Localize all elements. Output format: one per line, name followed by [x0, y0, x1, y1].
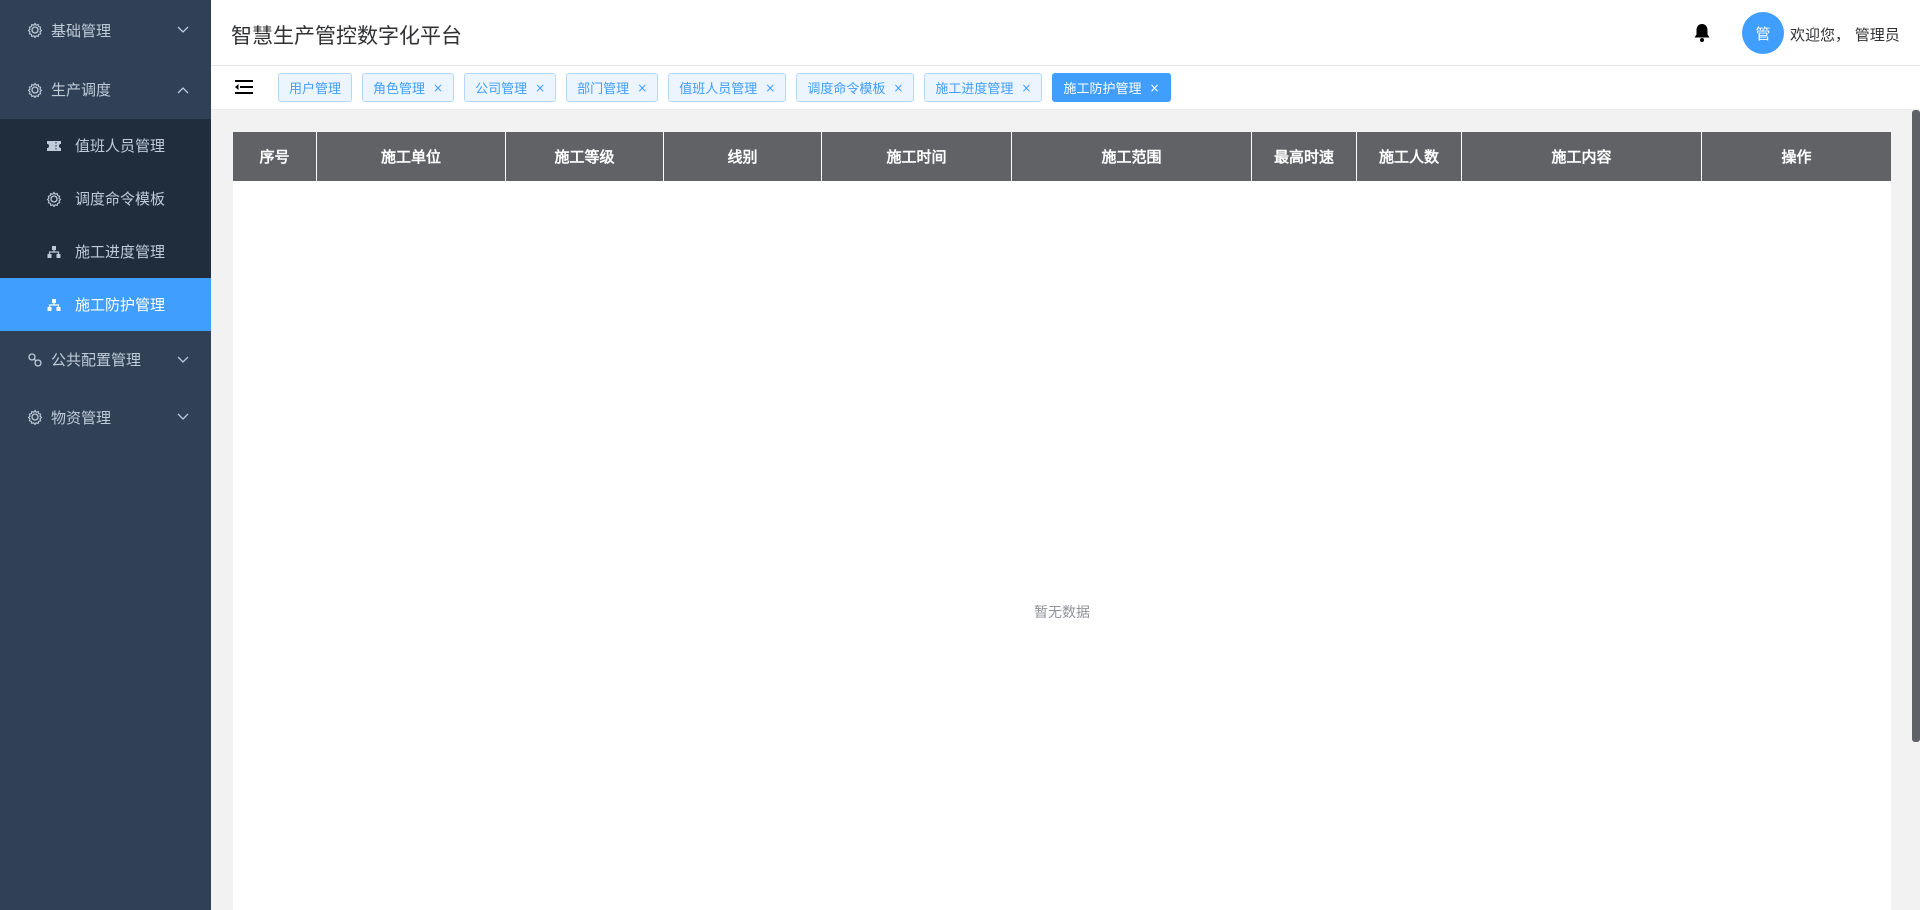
top-header: 智慧生产管控数字化平台 管 欢迎您， 管理员: [211, 0, 1920, 66]
tag-construction-progress[interactable]: 施工进度管理 ×: [924, 73, 1043, 102]
submenu-item-label: 施工进度管理: [75, 243, 166, 261]
submenu-item-label: 施工防护管理: [75, 296, 166, 314]
main-content: 序号 施工单位 施工等级 线别 施工时间 施工范围 最高时速 施工人数 施工内容…: [211, 110, 1920, 910]
table-header: 序号 施工单位 施工等级 线别 施工时间 施工范围 最高时速 施工人数 施工内容…: [233, 132, 1891, 181]
empty-state-text: 暂无数据: [1034, 605, 1090, 621]
tag-dispatch-template[interactable]: 调度命令模板 ×: [796, 73, 915, 102]
tag-label: 调度命令模板: [807, 82, 886, 97]
close-icon[interactable]: ×: [1021, 81, 1031, 95]
tag-label: 值班人员管理: [679, 82, 758, 97]
sidebar-item-construction-protection[interactable]: 施工防护管理: [0, 278, 211, 331]
tag-department-management[interactable]: 部门管理 ×: [566, 73, 659, 102]
settings-icon: [26, 81, 43, 98]
data-table: 序号 施工单位 施工等级 线别 施工时间 施工范围 最高时速 施工人数 施工内容…: [233, 132, 1891, 910]
welcome-text[interactable]: 欢迎您， 管理员: [1790, 24, 1900, 45]
sidebar-item-dispatch-template[interactable]: 调度命令模板: [0, 172, 211, 225]
column-header[interactable]: 施工范围: [1012, 132, 1252, 181]
sidebar-item-duty-staff[interactable]: 值班人员管理: [0, 119, 211, 172]
tag-label: 部门管理: [577, 82, 630, 97]
tag-company-management[interactable]: 公司管理 ×: [464, 73, 557, 102]
column-header[interactable]: 施工时间: [822, 132, 1012, 181]
close-icon[interactable]: ×: [433, 81, 443, 95]
sidebar-item-materials[interactable]: 物资管理: [0, 388, 211, 446]
tag-role-management[interactable]: 角色管理 ×: [362, 73, 455, 102]
column-header[interactable]: 施工等级: [506, 132, 664, 181]
menu-toggle-icon[interactable]: [235, 78, 253, 96]
column-header[interactable]: 线别: [664, 132, 822, 181]
sidebar: 基础管理 生产调度 值班人员管理 调度命令模板 施工进度管理 施工防护管理 公共…: [0, 0, 211, 910]
org-chart-icon: [46, 297, 62, 313]
settings-icon: [26, 409, 43, 426]
close-icon[interactable]: ×: [765, 81, 775, 95]
column-header[interactable]: 操作: [1702, 132, 1891, 181]
bell-icon[interactable]: [1691, 22, 1713, 44]
tag-label: 公司管理: [475, 82, 528, 97]
close-icon[interactable]: ×: [535, 81, 545, 95]
close-icon[interactable]: ×: [1150, 81, 1160, 95]
sidebar-item-label: 物资管理: [51, 408, 112, 427]
chevron-down-icon: [177, 354, 189, 366]
vertical-scrollbar[interactable]: [1912, 110, 1920, 742]
tag-user-management[interactable]: 用户管理: [278, 73, 353, 102]
chevron-down-icon: [177, 411, 189, 423]
chevron-up-icon: [177, 84, 189, 96]
app-root: 基础管理 生产调度 值班人员管理 调度命令模板 施工进度管理 施工防护管理 公共…: [0, 0, 1920, 910]
page-title: 智慧生产管控数字化平台: [231, 24, 462, 48]
submenu-production-dispatch: 值班人员管理 调度命令模板 施工进度管理 施工防护管理: [0, 119, 211, 331]
column-header[interactable]: 施工人数: [1357, 132, 1462, 181]
sidebar-item-basic-management[interactable]: 基础管理: [0, 0, 211, 60]
link-icon: [26, 351, 43, 368]
tag-duty-staff[interactable]: 值班人员管理 ×: [668, 73, 787, 102]
sidebar-item-label: 基础管理: [51, 21, 112, 40]
submenu-item-label: 值班人员管理: [75, 137, 166, 155]
tag-label: 角色管理: [373, 82, 426, 97]
settings-icon: [46, 191, 62, 207]
sidebar-item-public-config[interactable]: 公共配置管理: [0, 331, 211, 388]
column-header[interactable]: 最高时速: [1252, 132, 1357, 181]
column-header[interactable]: 施工内容: [1462, 132, 1702, 181]
column-header[interactable]: 施工单位: [317, 132, 506, 181]
org-chart-icon: [46, 244, 62, 260]
column-header[interactable]: 序号: [233, 132, 317, 181]
tag-label: 施工防护管理: [1063, 82, 1142, 97]
tags-list: 用户管理 角色管理 × 公司管理 × 部门管理 × 值班人员管理 × 调度命令模…: [278, 73, 1171, 102]
sidebar-item-construction-progress[interactable]: 施工进度管理: [0, 225, 211, 278]
ticket-icon: [46, 138, 62, 154]
tags-bar: 用户管理 角色管理 × 公司管理 × 部门管理 × 值班人员管理 × 调度命令模…: [211, 66, 1920, 110]
sidebar-item-production-dispatch[interactable]: 生产调度: [0, 60, 211, 119]
close-icon[interactable]: ×: [893, 81, 903, 95]
tag-label: 用户管理: [289, 82, 342, 97]
sidebar-item-label: 生产调度: [51, 81, 112, 99]
settings-icon: [26, 22, 43, 39]
tag-label: 施工进度管理: [935, 82, 1014, 97]
sidebar-item-label: 公共配置管理: [51, 351, 142, 369]
chevron-down-icon: [177, 24, 189, 36]
avatar[interactable]: 管: [1742, 12, 1784, 54]
submenu-item-label: 调度命令模板: [75, 190, 166, 208]
close-icon[interactable]: ×: [637, 81, 647, 95]
tag-construction-protection[interactable]: 施工防护管理 ×: [1052, 73, 1171, 102]
